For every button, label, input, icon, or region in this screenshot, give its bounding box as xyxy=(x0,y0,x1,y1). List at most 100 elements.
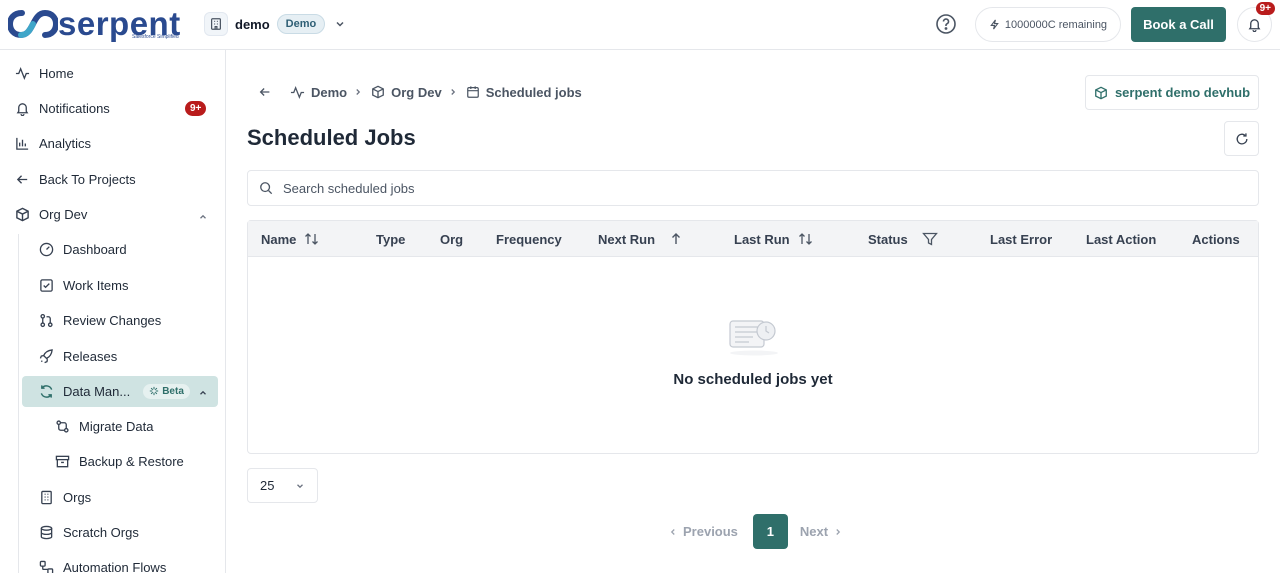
page-size-select[interactable]: 25 xyxy=(247,468,318,503)
database-icon xyxy=(38,524,54,540)
page-size-value: 25 xyxy=(260,478,275,493)
sparkle-icon xyxy=(150,386,159,396)
sidebar-item-notifications[interactable]: Notifications xyxy=(14,93,110,123)
sidebar-item-label: Scratch Orgs xyxy=(63,524,139,540)
activity-icon xyxy=(290,85,305,99)
sidebar-item-back-to-projects[interactable]: Back To Projects xyxy=(14,164,136,194)
sidebar-item-analytics[interactable]: Analytics xyxy=(14,128,91,158)
workspace-badge: Demo xyxy=(276,14,326,34)
sidebar-item-label: Analytics xyxy=(39,135,92,151)
refresh-button[interactable] xyxy=(1224,121,1259,156)
next-page-button[interactable]: Next xyxy=(800,524,843,539)
chevron-right-icon xyxy=(353,87,363,97)
sidebar-item-backup-restore[interactable]: Backup & Restore xyxy=(54,446,184,476)
package-icon xyxy=(1095,86,1107,99)
table-header: Name Type Org Frequency Next Run Last Ru… xyxy=(248,221,1258,257)
sidebar-item-label: Org Dev xyxy=(39,206,88,222)
sidebar-item-label: Work Items xyxy=(63,277,129,293)
next-label: Next xyxy=(799,524,829,539)
previous-page-button[interactable]: Previous xyxy=(668,524,738,539)
beta-label: Beta xyxy=(162,385,184,397)
column-header-status[interactable]: Status xyxy=(868,221,938,257)
sidebar-item-automation-flows[interactable]: Automation Flows xyxy=(38,552,166,573)
notifications-badge: 9+ xyxy=(185,101,207,116)
workspace-switcher[interactable]: demo Demo xyxy=(204,12,346,36)
bar-chart-icon xyxy=(14,135,30,151)
column-header-last-error: Last Error xyxy=(990,221,1052,257)
sidebar-item-label: Migrate Data xyxy=(79,418,154,434)
credits-indicator[interactable]: 1000000C remaining xyxy=(975,7,1121,42)
sidebar-item-review-changes[interactable]: Review Changes xyxy=(38,305,161,335)
column-header-name[interactable]: Name xyxy=(261,221,320,257)
sidebar-item-data-management[interactable]: Data Man... Beta xyxy=(38,376,190,406)
sidebar-item-org-dev[interactable]: Org Dev xyxy=(14,199,87,229)
sidebar-item-label: Dashboard xyxy=(63,241,127,257)
sidebar-item-dashboard[interactable]: Dashboard xyxy=(38,234,127,264)
column-header-actions: Actions xyxy=(1192,221,1240,257)
sidebar-item-migrate-data[interactable]: Migrate Data xyxy=(54,411,153,441)
back-arrow-icon[interactable] xyxy=(258,85,272,99)
search-input[interactable] xyxy=(283,180,1183,196)
git-pull-request-icon xyxy=(38,312,54,328)
sort-ascending-icon[interactable] xyxy=(669,232,683,246)
archive-icon xyxy=(54,453,70,469)
chevron-up-icon[interactable] xyxy=(198,210,208,225)
sort-icon[interactable] xyxy=(798,232,814,246)
bell-icon xyxy=(1248,19,1261,32)
bolt-icon xyxy=(990,19,999,30)
search-bar xyxy=(247,170,1259,206)
tree-line xyxy=(18,234,19,573)
building-icon xyxy=(38,489,54,505)
devhub-selector[interactable]: serpent demo devhub xyxy=(1085,75,1259,110)
breadcrumb-org-dev[interactable]: Org Dev xyxy=(371,85,442,100)
column-label: Frequency xyxy=(496,231,562,247)
column-header-last-run[interactable]: Last Run xyxy=(734,221,814,257)
bell-icon xyxy=(14,100,30,116)
sidebar-item-label: Review Changes xyxy=(63,312,162,328)
sidebar-item-releases[interactable]: Releases xyxy=(38,341,117,371)
logo-tagline: Salesforce Simplified xyxy=(132,34,179,40)
column-label: Actions xyxy=(1192,231,1240,247)
building-icon xyxy=(204,12,228,36)
sidebar-item-home[interactable]: Home xyxy=(14,58,74,88)
book-call-button[interactable]: Book a Call xyxy=(1131,7,1226,42)
notifications-count-badge: 9+ xyxy=(1255,2,1275,15)
sort-icon[interactable] xyxy=(304,232,320,246)
breadcrumb-current: Scheduled jobs xyxy=(466,85,582,100)
column-header-last-action: Last Action xyxy=(1086,221,1156,257)
activity-icon xyxy=(14,65,30,81)
sidebar-item-scratch-orgs[interactable]: Scratch Orgs xyxy=(38,517,139,547)
arrow-left-icon xyxy=(14,171,30,187)
column-label: Last Run xyxy=(734,231,790,247)
help-icon[interactable] xyxy=(935,13,957,38)
sidebar-item-orgs[interactable]: Orgs xyxy=(38,482,91,512)
chevron-left-icon xyxy=(670,528,675,535)
refresh-icon xyxy=(1236,132,1247,144)
calendar-icon xyxy=(466,86,479,98)
scheduled-jobs-table: Name Type Org Frequency Next Run Last Ru… xyxy=(247,220,1259,454)
filter-icon[interactable] xyxy=(921,232,938,246)
breadcrumb-label: Scheduled jobs xyxy=(485,84,582,100)
sidebar-item-work-items[interactable]: Work Items xyxy=(38,270,129,300)
search-icon xyxy=(260,182,273,195)
package-icon xyxy=(372,85,385,99)
chevron-up-icon[interactable] xyxy=(198,386,208,401)
sidebar-item-label: Releases xyxy=(63,348,118,364)
package-icon xyxy=(14,206,30,222)
devhub-label: serpent demo devhub xyxy=(1114,85,1251,100)
breadcrumb-demo[interactable]: Demo xyxy=(290,85,347,100)
checkbox-icon xyxy=(38,277,54,293)
workspace-name: demo xyxy=(235,16,270,32)
beta-badge: Beta xyxy=(143,383,190,399)
page-number-button[interactable]: 1 xyxy=(752,514,788,549)
breadcrumb: Demo Org Dev Scheduled jobs xyxy=(258,83,582,101)
sidebar-item-label: Home xyxy=(39,65,74,81)
column-label: Last Error xyxy=(990,231,1053,247)
gauge-icon xyxy=(38,241,54,257)
breadcrumb-label: Demo xyxy=(311,84,348,100)
logo[interactable]: serpent Salesforce Simplified xyxy=(8,6,181,42)
column-header-next-run[interactable]: Next Run xyxy=(598,221,683,257)
chevron-down-icon[interactable] xyxy=(334,18,346,30)
refresh-data-icon xyxy=(38,383,54,399)
notifications-button[interactable]: 9+ xyxy=(1237,2,1275,42)
